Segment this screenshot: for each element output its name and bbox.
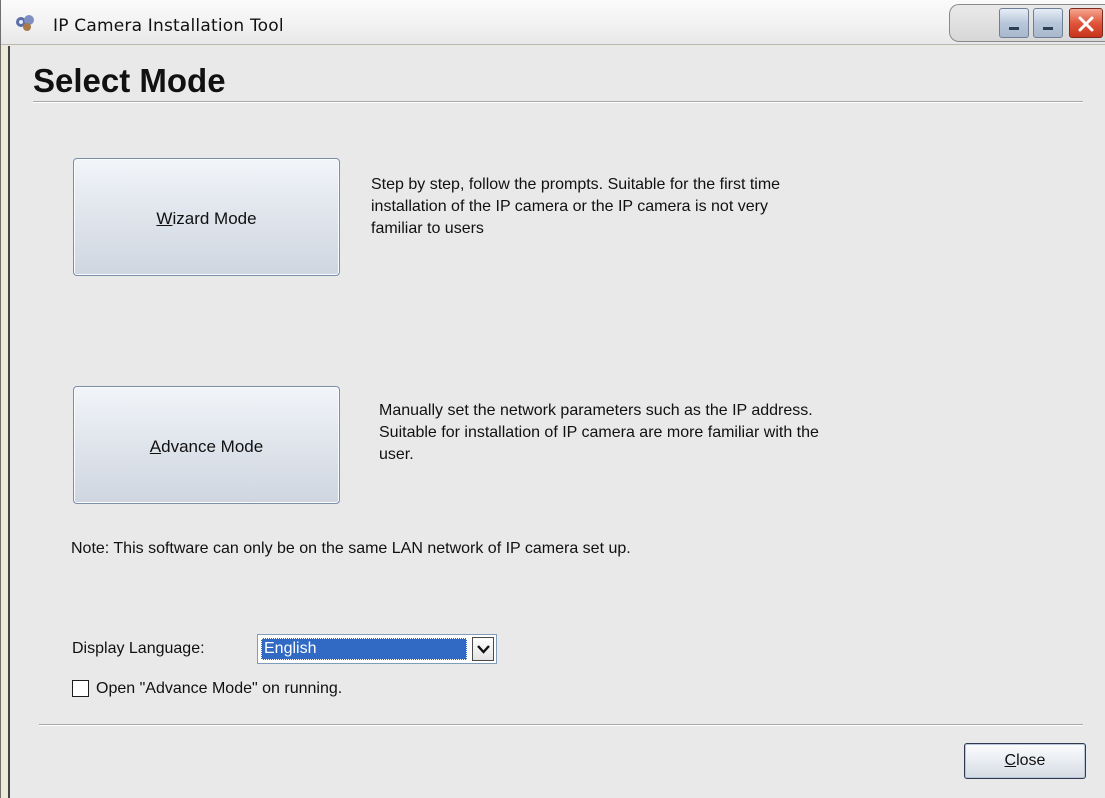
maximize-icon <box>1043 27 1053 30</box>
window-close-button[interactable] <box>1069 8 1103 38</box>
heading-divider <box>33 101 1083 103</box>
page-title: Select Mode <box>33 62 226 99</box>
wizard-mode-button[interactable]: Wizard Mode <box>73 158 340 276</box>
open-advance-checkbox-label[interactable]: Open "Advance Mode" on running. <box>96 680 342 698</box>
advance-mode-description: Manually set the network parameters such… <box>379 402 819 463</box>
minimize-icon <box>1009 27 1019 30</box>
dropdown-button[interactable] <box>472 637 494 661</box>
close-icon <box>1078 16 1094 32</box>
wizard-mode-label: Wizard Mode <box>156 209 257 228</box>
ip-camera-app-icon[interactable] <box>15 13 37 33</box>
window-title: IP Camera Installation Tool <box>53 16 284 36</box>
chevron-down-icon <box>477 645 490 654</box>
app-window: IP Camera Installation Tool Select Mode … <box>0 0 1105 798</box>
wizard-mode-description: Step by step, follow the prompts. Suitab… <box>371 176 781 237</box>
display-language-value: English <box>261 638 467 660</box>
advance-mode-label: Advance Mode <box>149 437 264 456</box>
advance-mode-button[interactable]: Advance Mode <box>73 386 340 504</box>
display-language-label: Display Language: <box>72 640 205 657</box>
title-bar[interactable]: IP Camera Installation Tool <box>1 0 1105 45</box>
open-advance-checkbox[interactable] <box>72 680 89 697</box>
minimize-button[interactable] <box>999 8 1029 38</box>
lan-note: Note: This software can only be on the s… <box>71 540 631 557</box>
close-button[interactable]: Close <box>964 743 1086 779</box>
maximize-button[interactable] <box>1033 8 1063 38</box>
footer-divider <box>39 724 1083 726</box>
display-language-select[interactable]: English <box>257 634 497 664</box>
